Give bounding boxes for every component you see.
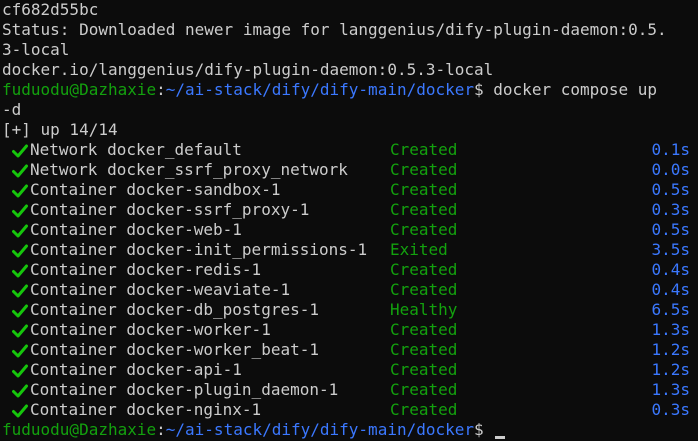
checkmark-icon — [12, 403, 28, 418]
service-name: Network docker_default — [30, 140, 242, 159]
output-line: docker.io/langgenius/dify-plugin-daemon:… — [2, 60, 494, 79]
prompt-separator: : — [156, 80, 166, 99]
service-status: Healthy — [390, 300, 458, 319]
service-row: Container docker-worker_beat-1 Created 1.2… — [0, 340, 698, 360]
prompt-user: fuduodu@Dazhaxie — [2, 80, 157, 99]
checkmark-icon — [12, 263, 28, 278]
checkmark-icon — [12, 303, 28, 318]
prompt-user: fuduodu@Dazhaxie — [2, 420, 157, 439]
service-row: Container docker-redis-1 Created 0.4s — [0, 260, 698, 280]
service-status: Created — [390, 360, 458, 379]
prompt-separator: : — [156, 420, 166, 439]
service-name: Network docker_ssrf_proxy_network — [30, 160, 348, 179]
service-duration: 1.2s — [651, 360, 690, 379]
service-duration: 6.5s — [651, 300, 690, 319]
service-duration: 1.3s — [651, 320, 690, 339]
service-row: Container docker-nginx-1 Created 0.3s — [0, 400, 698, 420]
service-name: Container docker-db_postgres-1 — [30, 300, 319, 319]
service-duration: 0.1s — [651, 140, 690, 159]
service-duration: 0.3s — [651, 400, 690, 419]
service-row: Container docker-worker-1 Created 1.3s — [0, 320, 698, 340]
checkmark-icon — [12, 183, 28, 198]
service-status: Created — [390, 320, 458, 339]
service-row: Network docker_ssrf_proxy_network Created… — [0, 160, 698, 180]
service-status: Created — [390, 220, 458, 239]
service-duration: 1.3s — [651, 380, 690, 399]
service-status: Created — [390, 180, 458, 199]
service-duration: 0.5s — [651, 220, 690, 239]
service-row: Container docker-sandbox-1 Created 0.5s — [0, 180, 698, 200]
service-duration: 1.2s — [651, 340, 690, 359]
service-status: Created — [390, 200, 458, 219]
prompt-symbol: $ — [474, 420, 494, 439]
checkmark-icon — [12, 283, 28, 298]
checkmark-icon — [12, 343, 28, 358]
command-prompt[interactable]: fuduodu@Dazhaxie:~/ai-stack/dify/dify-ma… — [2, 420, 506, 440]
service-status: Created — [390, 260, 458, 279]
command-prompt: fuduodu@Dazhaxie:~/ai-stack/dify/dify-ma… — [2, 80, 657, 100]
service-row: Container docker-weaviate-1 Created 0.4s — [0, 280, 698, 300]
output-line: Status: Downloaded newer image for langg… — [2, 20, 667, 39]
service-name: Container docker-sandbox-1 — [30, 180, 281, 199]
checkmark-icon — [12, 383, 28, 398]
service-row: Container docker-api-1 Created 1.2s — [0, 360, 698, 380]
checkmark-icon — [12, 243, 28, 258]
compose-summary: [+] up 14/14 — [2, 120, 118, 139]
service-row: Container docker-ssrf_proxy-1 Created 0.3s — [0, 200, 698, 220]
checkmark-icon — [12, 323, 28, 338]
service-name: Container docker-nginx-1 — [30, 400, 262, 419]
service-duration: 0.4s — [651, 260, 690, 279]
service-name: Container docker-ssrf_proxy-1 — [30, 200, 310, 219]
prompt-path: ~/ai-stack/dify/dify-main/docker — [165, 420, 475, 439]
service-duration: 0.3s — [651, 200, 690, 219]
service-name: Container docker-redis-1 — [30, 260, 262, 279]
service-row: Container docker-plugin_daemon-1 Created 1… — [0, 380, 698, 400]
prompt-symbol: $ — [474, 80, 494, 99]
terminal-window[interactable]: cf682d55bc Status: Downloaded newer imag… — [0, 0, 698, 441]
command-text: docker compose up — [493, 80, 658, 99]
checkmark-icon — [12, 223, 28, 238]
output-line: cf682d55bc — [2, 0, 99, 19]
service-name: Container docker-worker-1 — [30, 320, 271, 339]
service-row: Container docker-web-1 Created 0.5s — [0, 220, 698, 240]
service-status: Created — [390, 400, 458, 419]
service-status: Created — [390, 340, 458, 359]
service-name: Container docker-api-1 — [30, 360, 242, 379]
service-row: Network docker_default Created 0.1s — [0, 140, 698, 160]
service-status: Exited — [390, 240, 448, 259]
service-duration: 0.0s — [651, 160, 690, 179]
checkmark-icon — [12, 143, 28, 158]
checkmark-icon — [12, 203, 28, 218]
service-row: Container docker-db_postgres-1 Healthy 6.5… — [0, 300, 698, 320]
service-status: Created — [390, 160, 458, 179]
service-name: Container docker-worker_beat-1 — [30, 340, 319, 359]
service-duration: 0.4s — [651, 280, 690, 299]
text-cursor — [495, 436, 506, 439]
service-name: Container docker-web-1 — [30, 220, 242, 239]
service-duration: 0.5s — [651, 180, 690, 199]
service-name: Container docker-init_permissions-1 — [30, 240, 368, 259]
output-line: 3-local — [2, 40, 70, 59]
checkmark-icon — [12, 163, 28, 178]
service-status: Created — [390, 380, 458, 399]
checkmark-icon — [12, 363, 28, 378]
service-duration: 3.5s — [651, 240, 690, 259]
command-text-wrap: -d — [2, 100, 22, 119]
service-name: Container docker-plugin_daemon-1 — [30, 380, 339, 399]
service-status: Created — [390, 140, 458, 159]
service-status: Created — [390, 280, 458, 299]
prompt-path: ~/ai-stack/dify/dify-main/docker — [165, 80, 475, 99]
service-row: Container docker-init_permissions-1 Exite… — [0, 240, 698, 260]
service-name: Container docker-weaviate-1 — [30, 280, 291, 299]
